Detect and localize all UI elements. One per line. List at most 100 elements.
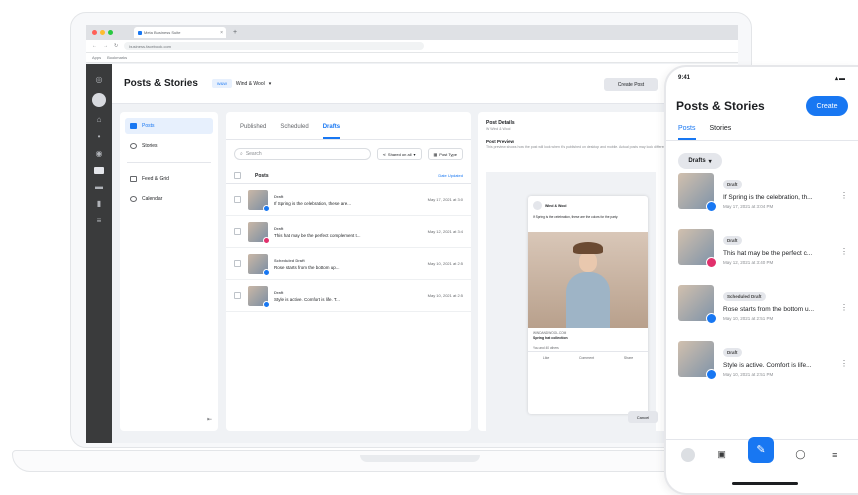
instagram-icon	[263, 236, 270, 244]
list-item[interactable]: Draft This hat may be the perfect c... M…	[666, 229, 858, 281]
like-button: Like	[542, 356, 550, 360]
post-type-icon: ▦	[433, 151, 438, 157]
more-options-icon[interactable]: ⋮	[840, 341, 848, 368]
close-tab-icon[interactable]: ×	[220, 30, 226, 36]
post-thumbnail	[678, 173, 717, 212]
create-post-button[interactable]: Create Post	[604, 78, 658, 91]
close-window-icon[interactable]	[92, 30, 97, 35]
post-list-panel: Published Scheduled Drafts ⌕ Search ⋖ Sh…	[226, 112, 471, 431]
post-type-filter[interactable]: ▦ Post Type	[427, 148, 463, 160]
sidenav-item-label: Stories	[142, 143, 158, 149]
minimize-window-icon[interactable]	[100, 30, 105, 35]
list-item[interactable]: Draft Style is active. Comfort is life..…	[666, 341, 858, 393]
menu-icon[interactable]: ≡	[827, 450, 843, 460]
drafts-dropdown[interactable]: Drafts ▾	[678, 153, 722, 169]
list-item[interactable]: Scheduled Draft Rose starts from the bot…	[666, 285, 858, 337]
tab-posts[interactable]: Posts	[678, 125, 696, 140]
row-caption: Style is active. Comfort is life. T...	[274, 296, 340, 302]
insights-icon[interactable]: ▮	[95, 200, 103, 208]
row-status: Draft	[274, 225, 284, 231]
address-bar: ← → ↻ business.facebook.com	[86, 40, 738, 53]
page-avatar[interactable]	[92, 93, 106, 107]
browser-tabbar: Meta Business Suite × +	[86, 25, 738, 40]
column-date-updated[interactable]: Date Updated	[438, 173, 463, 178]
row-checkbox[interactable]	[234, 292, 241, 299]
table-row[interactable]: Scheduled Draft Rose starts from the bot…	[226, 248, 471, 280]
chat-icon[interactable]: ◯	[792, 449, 808, 460]
tab-published[interactable]: Published	[240, 124, 266, 139]
row-checkbox[interactable]	[234, 196, 241, 203]
row-caption: Rose starts from the bottom up...	[274, 264, 340, 270]
posts-stories-icon[interactable]	[94, 167, 104, 174]
account-switcher[interactable]: W&W Wind & Wool ▾	[211, 79, 271, 88]
tab-scheduled[interactable]: Scheduled	[280, 124, 308, 139]
bookmarks-bar: Apps Bookmarks	[86, 53, 738, 63]
create-button[interactable]: Create	[806, 96, 848, 116]
table-row[interactable]: Draft Style is active. Comfort is life. …	[226, 280, 471, 312]
row-checkbox[interactable]	[234, 260, 241, 267]
home-icon[interactable]: ⌂	[95, 116, 103, 124]
profile-avatar[interactable]	[681, 447, 696, 462]
tab-drafts[interactable]: Drafts	[322, 124, 341, 139]
stories-icon	[130, 143, 137, 149]
bookmark-apps[interactable]: Apps	[92, 55, 101, 60]
post-type-label: Post Type	[439, 151, 457, 157]
url-text: business.facebook.com	[129, 43, 172, 49]
back-icon[interactable]: ←	[92, 43, 97, 49]
tab-stories[interactable]: Stories	[710, 125, 732, 140]
ads-icon[interactable]: ▬	[95, 183, 103, 191]
posts-icon	[130, 123, 137, 129]
preview-photo	[528, 232, 648, 328]
shared-on-filter[interactable]: ⋖ Shared on all ▾	[376, 148, 422, 160]
post-date: May 12, 2021 at 3:40 PM	[723, 260, 774, 265]
list-toolbar: ⌕ Search ⋖ Shared on all ▾ ▦ Post Type	[226, 140, 471, 168]
post-tabs: Published Scheduled Drafts	[226, 112, 471, 140]
select-all-checkbox[interactable]	[234, 172, 241, 179]
chevron-down-icon: ▾	[413, 151, 416, 157]
row-caption: This hat may be the perfect complement t…	[274, 232, 361, 238]
menu-icon[interactable]: ≡	[95, 217, 103, 225]
reload-icon[interactable]: ↻	[114, 43, 118, 49]
chevron-down-icon: ▾	[708, 158, 712, 165]
preview-caption: If Spring is the celebration, these are …	[533, 215, 619, 219]
phone-status-bar: 9:41 ▴▬	[666, 67, 858, 89]
meta-logo-icon[interactable]: ◎	[95, 76, 103, 84]
browser-tab[interactable]: Meta Business Suite ×	[134, 27, 226, 38]
compose-icon[interactable]: ✎	[747, 436, 774, 463]
left-rail: ◎ ⌂ • ◉ ▬ ▮ ≡	[86, 64, 112, 443]
cancel-label: Cancel	[636, 414, 650, 420]
post-thumbnail	[678, 285, 717, 324]
maximize-window-icon[interactable]	[108, 30, 113, 35]
signal-battery-icon: ▴▬	[834, 75, 846, 82]
business-suite-app: ◎ ⌂ • ◉ ▬ ▮ ≡ Posts & Stories W&W Wind &…	[86, 64, 738, 443]
table-row[interactable]: Draft This hat may be the perfect comple…	[226, 216, 471, 248]
more-options-icon[interactable]: ⋮	[840, 173, 848, 200]
posts-icon[interactable]: ▣	[714, 449, 730, 460]
browser-tab-title: Meta Business Suite	[144, 30, 181, 35]
sidenav: Posts Stories Feed & Grid Calendar ⇤	[120, 112, 218, 431]
phone-tabs: Posts Stories	[666, 119, 858, 141]
list-item[interactable]: Draft If Spring is the celebration, th..…	[666, 173, 858, 225]
sidenav-item-feed-grid[interactable]: Feed & Grid	[125, 171, 213, 187]
row-status: Scheduled Draft	[274, 257, 305, 263]
preview-page-name: Wind & Wool	[545, 203, 567, 208]
table-row[interactable]: Draft If Spring is the celebration, thes…	[226, 184, 471, 216]
bell-icon[interactable]: •	[95, 133, 103, 141]
more-options-icon[interactable]: ⋮	[840, 229, 848, 256]
preview-actions: Like Comment Share	[528, 352, 648, 360]
sidenav-item-stories[interactable]: Stories	[125, 138, 213, 154]
row-checkbox[interactable]	[234, 228, 241, 235]
cancel-button[interactable]: Cancel	[628, 411, 658, 423]
search-input[interactable]: ⌕ Search	[234, 148, 371, 160]
bookmark-bookmarks[interactable]: Bookmarks	[107, 55, 127, 60]
url-field[interactable]: business.facebook.com	[124, 42, 425, 50]
page-avatar	[533, 201, 542, 210]
post-thumbnail	[248, 285, 270, 308]
sidenav-item-calendar[interactable]: Calendar	[125, 191, 213, 207]
sidenav-item-posts[interactable]: Posts	[125, 118, 213, 134]
more-options-icon[interactable]: ⋮	[840, 285, 848, 312]
forward-icon[interactable]: →	[103, 43, 108, 49]
new-tab-icon[interactable]: +	[233, 29, 237, 36]
collapse-sidebar-icon[interactable]: ⇤	[207, 416, 212, 423]
inbox-icon[interactable]: ◉	[95, 150, 103, 158]
